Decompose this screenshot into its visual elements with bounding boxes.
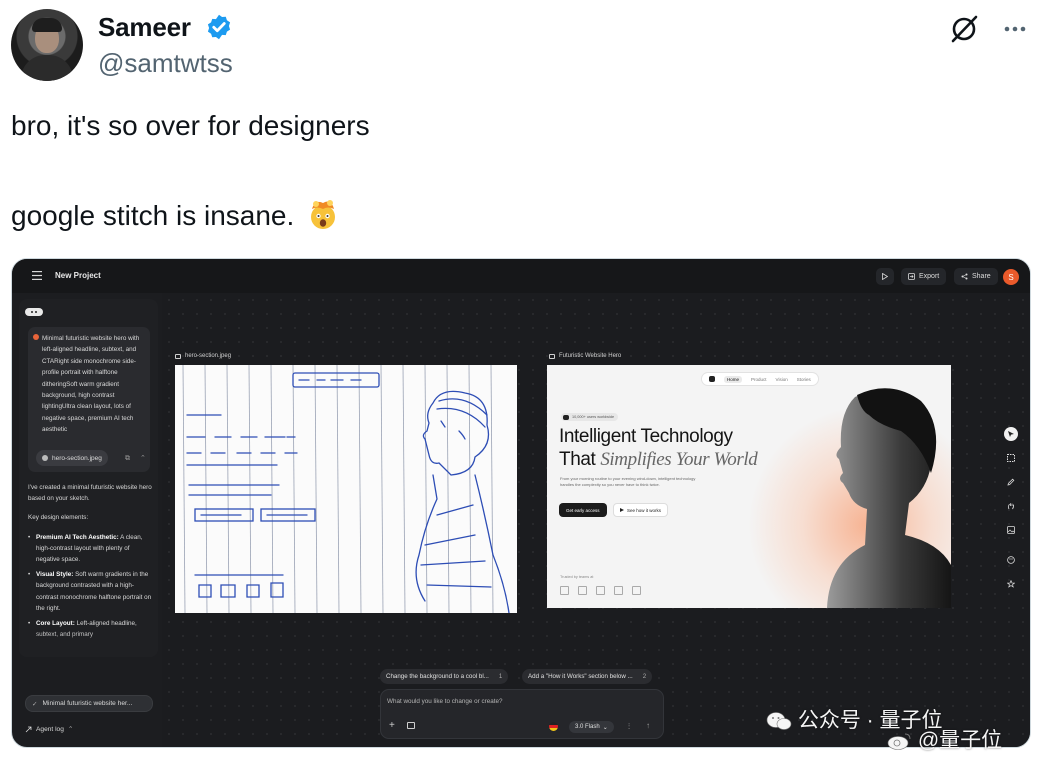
marquee-tool-icon[interactable] <box>1004 451 1018 465</box>
nav-link[interactable]: Home <box>724 375 743 383</box>
response-item: Visual Style: Soft warm gradients in the… <box>28 569 152 614</box>
export-label: Export <box>919 273 940 280</box>
response-intro: I've created a minimal futuristic websit… <box>28 484 152 503</box>
check-icon: ✓ <box>32 700 38 708</box>
hero-badge: 10,000+ users worldwide <box>561 413 619 421</box>
select-tool-icon[interactable] <box>1004 427 1018 441</box>
preview-button[interactable] <box>876 268 894 285</box>
chat-fade <box>19 631 158 657</box>
response-item: Premium AI Tech Aesthetic: A clean, high… <box>28 532 152 566</box>
history-chip-label: Minimal futuristic website her... <box>42 700 133 707</box>
partner-logo-icon <box>560 586 569 595</box>
send-icon[interactable]: ↑ <box>646 721 650 730</box>
typing-indicator <box>25 308 43 316</box>
voice-icon[interactable]: ⫶ <box>628 722 630 732</box>
hand-drawn-sketch <box>182 365 510 613</box>
tweet-media-screenshot[interactable]: New Project Export Share S Minimal futur… <box>11 258 1031 748</box>
hero-subtext: From your morning routine to your evenin… <box>560 476 696 487</box>
response-key-heading: Key design elements: <box>28 514 89 522</box>
brand-logo-icon <box>709 376 715 382</box>
hero-nav: Home Product Vision Stories <box>702 373 818 385</box>
hero-headline: Intelligent Technology That Simplifies Y… <box>559 426 758 470</box>
copy-collapse-icons[interactable]: ⧉ ⌃ <box>125 454 150 463</box>
tweet-text-line-2-text: google stitch is insane. <box>11 200 295 231</box>
grok-icon[interactable] <box>948 13 980 45</box>
partner-logos <box>560 586 641 595</box>
agent-log-icon <box>25 726 32 732</box>
chat-panel: Minimal futuristic website hero with lef… <box>19 299 158 657</box>
pencil-tool-icon[interactable] <box>1004 475 1018 489</box>
generated-hero-design[interactable]: Home Product Vision Stories 10,000+ user… <box>547 365 951 608</box>
verified-badge-icon <box>207 14 231 40</box>
hand-tool-icon[interactable] <box>1004 499 1018 513</box>
frame-icon <box>549 353 555 359</box>
image-icon <box>175 353 181 359</box>
wechat-icon <box>766 712 792 730</box>
portrait-silhouette <box>827 388 951 608</box>
partner-logo-icon <box>578 586 587 595</box>
agent-log-label: Agent log <box>36 725 64 733</box>
suggestion-chip[interactable]: Add a "How it Works" section below ... 2 <box>522 669 653 684</box>
chevron-down-icon: ⌄ <box>602 724 608 731</box>
play-icon <box>882 273 888 280</box>
badge-icon <box>563 414 569 420</box>
prompt-input-placeholder: What would you like to change or create? <box>387 698 503 705</box>
export-button[interactable]: Export <box>901 268 947 285</box>
menu-icon[interactable] <box>32 271 42 280</box>
prompt-input[interactable]: What would you like to change or create?… <box>380 689 664 739</box>
cta-primary-button[interactable]: Get early access <box>559 503 607 517</box>
share-label: Share <box>972 273 991 280</box>
share-icon <box>961 273 968 280</box>
user-prompt-card: Minimal futuristic website hero with lef… <box>28 327 150 472</box>
sketch-frame-label[interactable]: hero-section.jpeg <box>175 353 231 359</box>
plus-icon[interactable]: + <box>389 720 395 731</box>
assistant-response: I've created a minimal futuristic websit… <box>28 482 152 644</box>
share-button[interactable]: Share <box>954 268 998 285</box>
weibo-icon <box>887 733 911 750</box>
star-tool-icon[interactable] <box>1004 577 1018 591</box>
play-icon <box>620 508 624 512</box>
sketch-image[interactable] <box>175 365 517 613</box>
palette-tool-icon[interactable] <box>1004 553 1018 567</box>
hero-frame-label[interactable]: Futuristic Website Hero <box>549 353 621 359</box>
export-icon <box>908 273 915 280</box>
user-prompt-text: Minimal futuristic website hero with lef… <box>42 335 140 434</box>
model-selector[interactable]: 3.0 Flash ⌄ <box>569 721 614 733</box>
user-avatar[interactable]: S <box>1003 269 1019 285</box>
partner-logo-icon <box>596 586 605 595</box>
author-name[interactable]: Sameer <box>98 12 191 43</box>
attach-icon[interactable] <box>407 722 415 729</box>
partner-logo-icon <box>614 586 623 595</box>
tool-rail <box>1002 427 1020 591</box>
language-flag-icon[interactable] <box>549 722 558 731</box>
attachment-chip[interactable]: hero-section.jpeg <box>36 450 108 466</box>
cta-secondary-button[interactable]: See how it works <box>613 503 669 517</box>
tweet-text-line-2: google stitch is insane. <box>11 197 340 232</box>
history-chip[interactable]: ✓ Minimal futuristic website her... <box>25 695 153 712</box>
nav-link[interactable]: Stories <box>797 377 811 382</box>
suggestion-chip[interactable]: Change the background to a cool bl... 1 <box>380 669 509 684</box>
author-avatar[interactable] <box>11 9 83 81</box>
author-handle[interactable]: @samtwtss <box>98 48 233 79</box>
stitch-topbar: New Project Export Share S <box>12 259 1030 293</box>
image-tool-icon[interactable] <box>1004 523 1018 537</box>
attachment-name: hero-section.jpeg <box>52 454 102 462</box>
chevron-up-icon: ⌃ <box>67 726 74 733</box>
agent-log-toggle[interactable]: Agent log ⌃ <box>25 725 73 733</box>
trusted-by-label: Trusted by teams at <box>560 575 594 579</box>
attachment-icon <box>42 455 48 461</box>
more-options-icon[interactable] <box>1000 14 1030 44</box>
watermark-line-2: @量子位 <box>886 724 1002 754</box>
tweet-text-line-1: bro, it's so over for designers <box>11 110 370 141</box>
nav-link[interactable]: Vision <box>776 377 788 382</box>
partner-logo-icon <box>632 586 641 595</box>
user-dot-icon <box>33 334 39 340</box>
exploding-head-emoji-icon <box>311 200 336 229</box>
project-title[interactable]: New Project <box>55 271 101 280</box>
nav-link[interactable]: Product <box>751 377 767 382</box>
